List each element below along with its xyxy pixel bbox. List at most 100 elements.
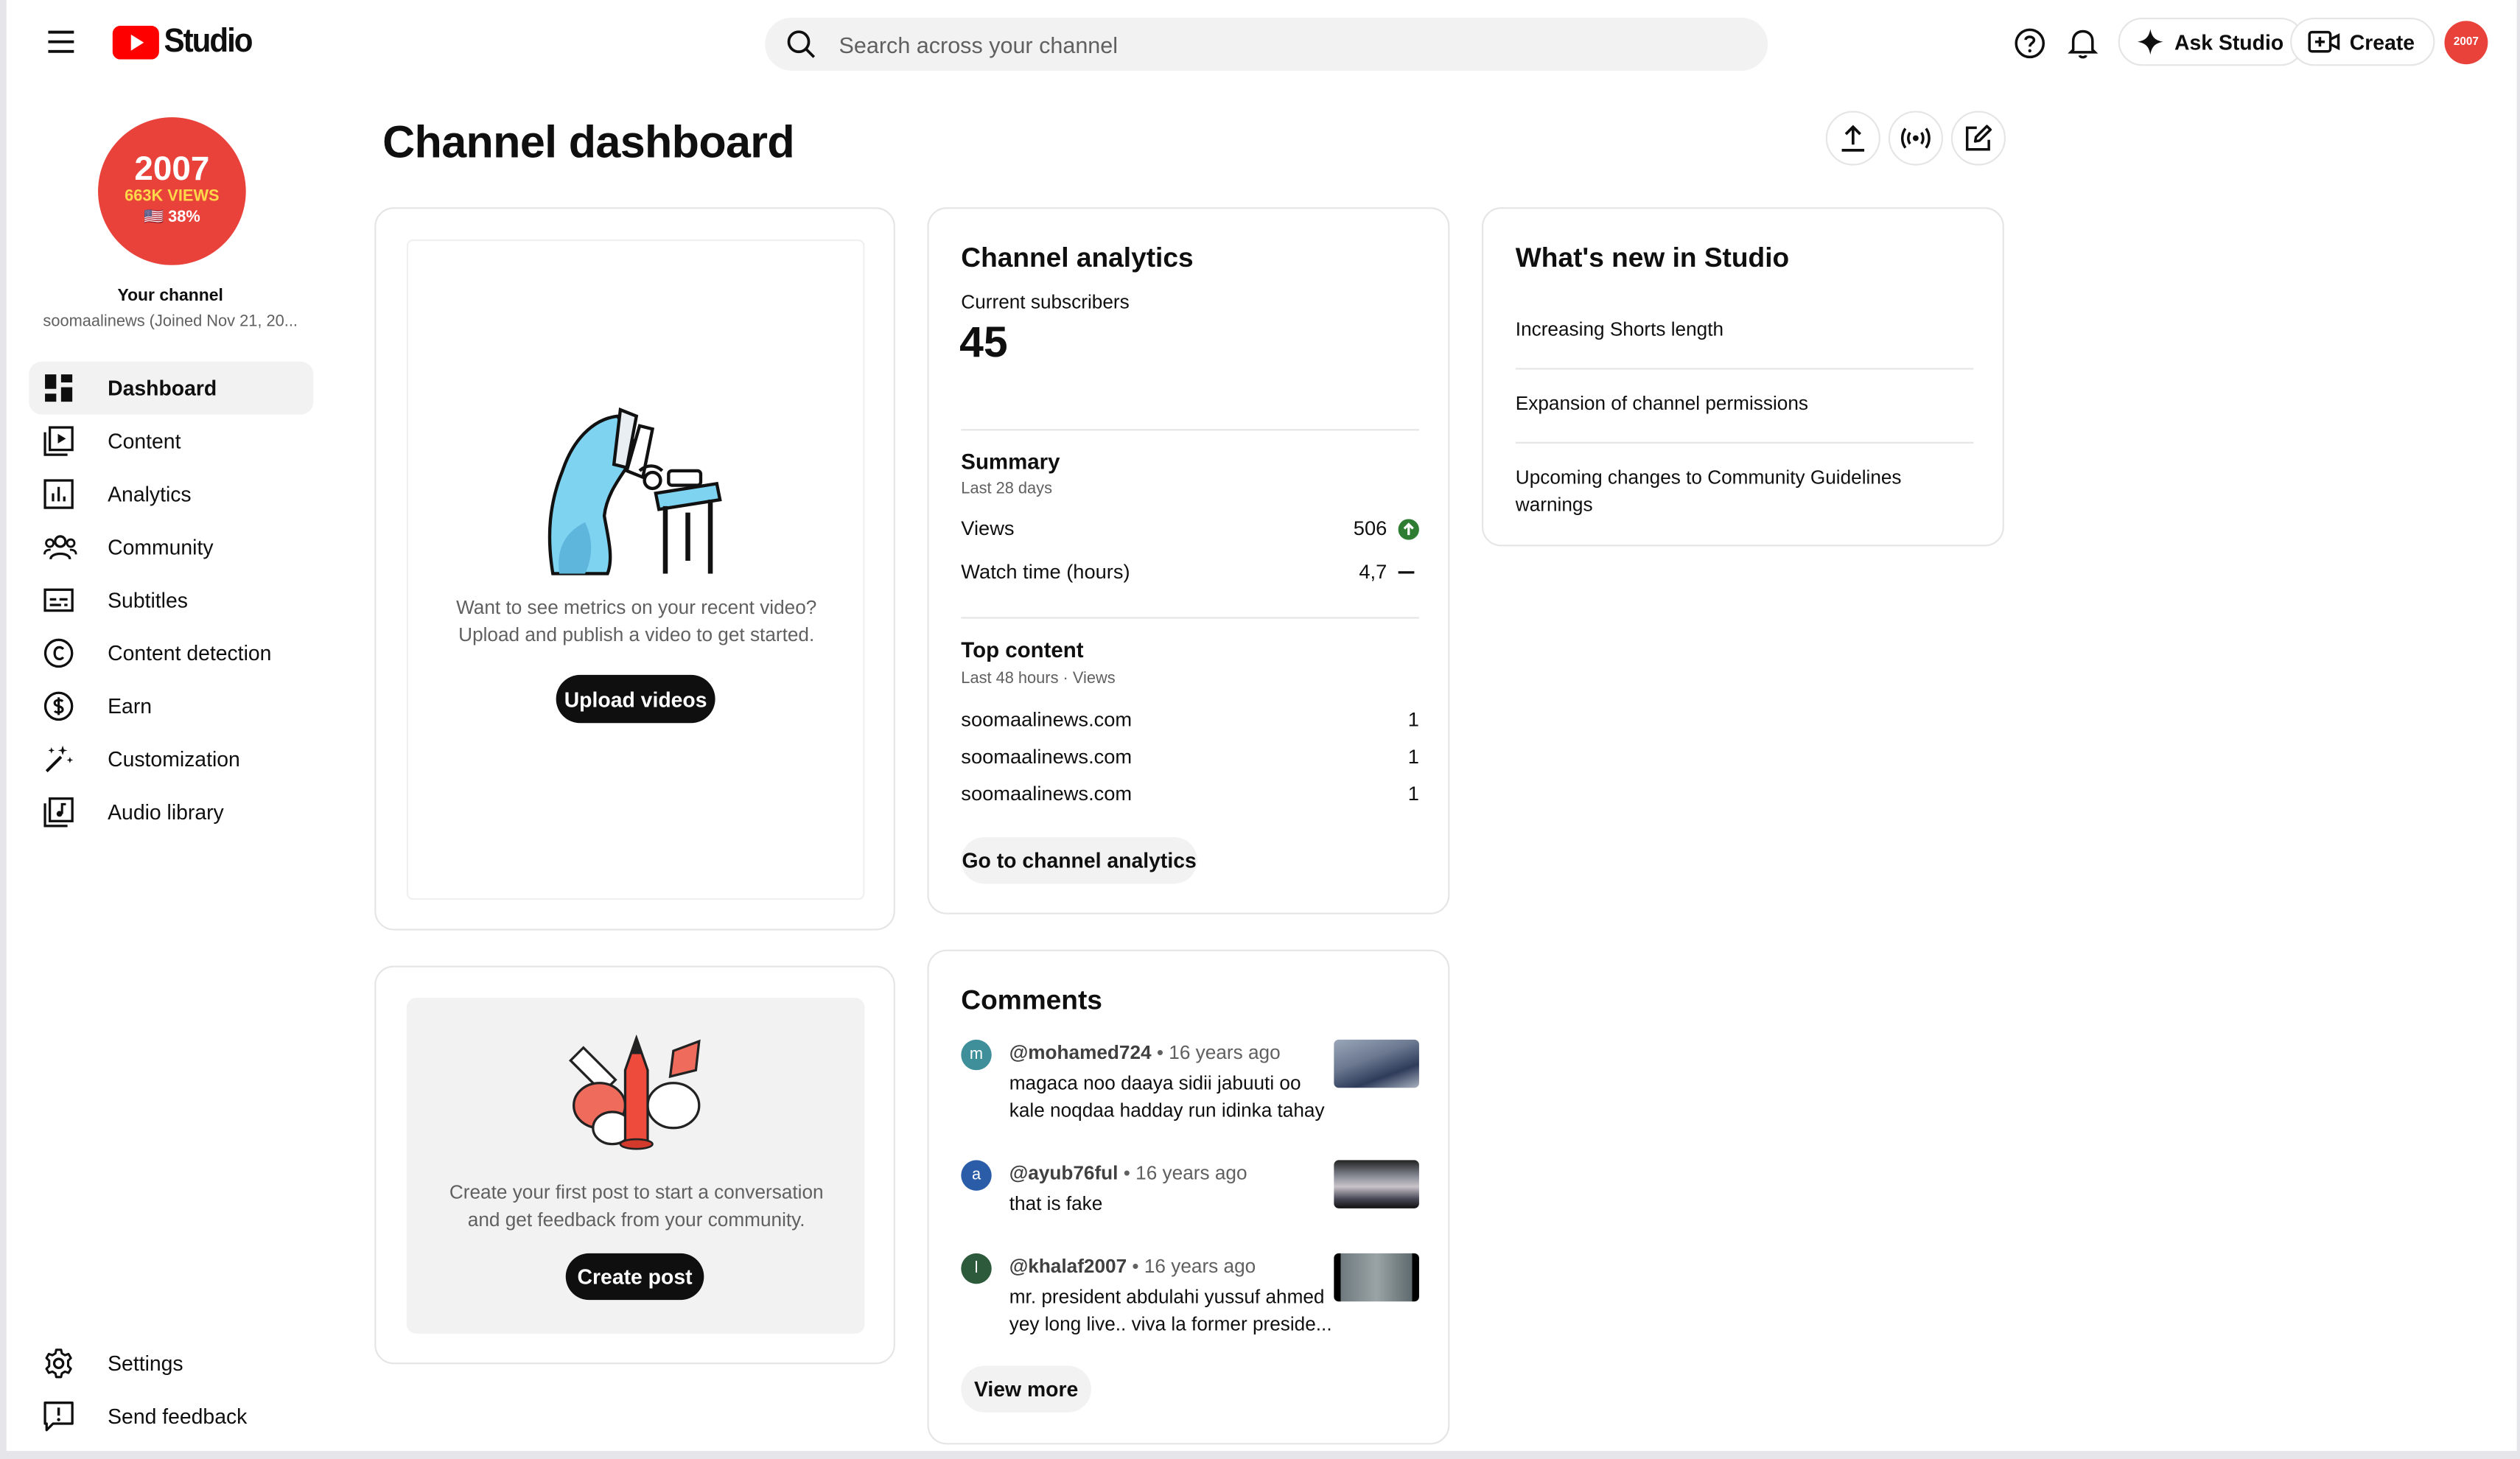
views-value: 506 bbox=[1353, 517, 1387, 540]
edit-icon bbox=[1964, 124, 1992, 153]
go-to-analytics-button[interactable]: Go to channel analytics bbox=[961, 837, 1197, 884]
help-icon[interactable] bbox=[2014, 27, 2046, 60]
ask-studio-button[interactable]: Ask Studio bbox=[2118, 17, 2305, 66]
sidebar-item-label: Analytics bbox=[108, 482, 192, 506]
sidebar-item-dashboard[interactable]: Dashboard bbox=[29, 361, 314, 415]
gear-icon bbox=[43, 1348, 74, 1379]
sidebar-item-analytics[interactable]: Analytics bbox=[29, 468, 313, 521]
sidebar-item-earn[interactable]: Earn bbox=[29, 679, 313, 732]
menu-icon[interactable] bbox=[45, 26, 77, 58]
whats-new-item[interactable]: Increasing Shorts length bbox=[1516, 317, 1974, 343]
whats-new-item[interactable]: Upcoming changes to Community Guidelines… bbox=[1516, 464, 1974, 517]
whats-new-card: What's new in Studio Increasing Shorts l… bbox=[1481, 207, 2004, 547]
divider bbox=[1515, 368, 1974, 370]
video-add-icon bbox=[2308, 29, 2340, 55]
sidebar-item-customization[interactable]: Customization bbox=[29, 732, 313, 786]
sidebar-item-subtitles[interactable]: Subtitles bbox=[29, 573, 313, 626]
no-change-dash-icon bbox=[1398, 570, 1416, 575]
sidebar-item-content-detection[interactable]: Content detection bbox=[29, 626, 313, 679]
channel-avatar-percent: 🇺🇸 38% bbox=[143, 209, 200, 227]
account-avatar[interactable]: 2007 bbox=[2444, 21, 2488, 65]
whats-new-title: What's new in Studio bbox=[1515, 242, 1790, 273]
comment-item[interactable]: a @ayub76ful • 16 years ago that is fake bbox=[961, 1158, 1419, 1226]
summary-period: Last 28 days bbox=[961, 480, 1053, 498]
sidebar-item-label: Earn bbox=[108, 694, 153, 718]
view-more-comments-button[interactable]: View more bbox=[961, 1365, 1091, 1413]
create-post-cta-button[interactable]: Create post bbox=[565, 1253, 704, 1301]
subscribers-value: 45 bbox=[959, 318, 1008, 367]
top-content-period: Last 48 hours · Views bbox=[961, 670, 1116, 688]
top-content-title: Top content bbox=[961, 637, 1084, 662]
comment-text: magaca noo daaya sidii jabuuti oo kale n… bbox=[1009, 1071, 1325, 1121]
ask-studio-label: Ask Studio bbox=[2174, 29, 2284, 55]
feedback-icon bbox=[43, 1402, 74, 1432]
sidebar-item-label: Content detection bbox=[108, 641, 272, 665]
comment-item[interactable]: m @mohamed724 • 16 years ago magaca noo … bbox=[961, 1038, 1419, 1135]
comment-author: @khalaf2007 bbox=[1009, 1255, 1127, 1278]
sidebar-item-label: Community bbox=[108, 535, 214, 559]
divider bbox=[961, 617, 1419, 619]
content-icon bbox=[43, 426, 74, 456]
top-content-row[interactable]: soomaalinews.com 1 bbox=[961, 709, 1419, 738]
create-button[interactable]: Create bbox=[2290, 17, 2436, 66]
sidebar-item-content[interactable]: Content bbox=[29, 415, 313, 468]
pencil-chat-illustration-icon bbox=[567, 1035, 706, 1153]
go-live-button[interactable] bbox=[1888, 111, 1943, 166]
upload-video-card: Want to see metrics on your recent video… bbox=[374, 207, 895, 931]
top-content-row[interactable]: soomaalinews.com 1 bbox=[961, 746, 1419, 774]
sidebar-item-label: Customization bbox=[108, 746, 240, 772]
comment-header: @ayub76ful • 16 years ago bbox=[1009, 1162, 1247, 1185]
search-input[interactable] bbox=[839, 17, 1739, 71]
sidebar-item-send-feedback[interactable]: Send feedback bbox=[29, 1390, 313, 1443]
whats-new-item[interactable]: Expansion of channel permissions bbox=[1516, 391, 1974, 417]
subtitles-icon bbox=[43, 585, 74, 615]
community-icon bbox=[43, 532, 77, 562]
top-content-row[interactable]: soomaalinews.com 1 bbox=[961, 783, 1419, 811]
comment-header: @mohamed724 • 16 years ago bbox=[1009, 1041, 1281, 1064]
watch-time-value: 4,7 bbox=[1359, 561, 1387, 584]
subscribers-label: Current subscribers bbox=[961, 290, 1130, 314]
microscope-illustration-icon bbox=[543, 407, 729, 581]
video-thumbnail[interactable] bbox=[1334, 1253, 1419, 1302]
sparkle-icon bbox=[2136, 27, 2165, 56]
live-broadcast-icon bbox=[1900, 125, 1932, 151]
watch-time-label: Watch time (hours) bbox=[961, 561, 1130, 584]
commenter-avatar: l bbox=[961, 1253, 992, 1284]
sidebar-item-label: Subtitles bbox=[108, 588, 188, 612]
comment-time: • 16 years ago bbox=[1132, 1255, 1256, 1278]
sidebar-item-community[interactable]: Community bbox=[29, 521, 313, 574]
divider bbox=[1515, 441, 1974, 444]
channel-avatar[interactable]: 2007 663K VIEWS 🇺🇸 38% bbox=[98, 117, 246, 265]
comment-author: @ayub76ful bbox=[1009, 1161, 1119, 1185]
create-post-button[interactable] bbox=[1950, 111, 2006, 166]
sidebar-item-label: Send feedback bbox=[108, 1404, 248, 1429]
sidebar-item-label: Audio library bbox=[108, 800, 224, 825]
comment-text: that is fake bbox=[1009, 1192, 1103, 1215]
comment-item[interactable]: l @khalaf2007 • 16 years ago mr. preside… bbox=[961, 1252, 1419, 1348]
video-thumbnail[interactable] bbox=[1334, 1039, 1419, 1088]
audio-library-icon bbox=[43, 797, 74, 828]
views-label: Views bbox=[961, 517, 1015, 540]
channel-avatar-year: 2007 bbox=[134, 150, 210, 189]
magic-wand-icon bbox=[43, 744, 74, 774]
sidebar-item-audio-library[interactable]: Audio library bbox=[29, 786, 313, 839]
upload-button[interactable] bbox=[1825, 111, 1880, 166]
copyright-icon bbox=[43, 638, 74, 668]
summary-title: Summary bbox=[961, 449, 1060, 475]
create-post-card: Create your first post to start a conver… bbox=[374, 965, 895, 1365]
video-thumbnail[interactable] bbox=[1334, 1160, 1419, 1208]
search-bar[interactable] bbox=[765, 17, 1768, 71]
studio-logo[interactable]: Studio bbox=[112, 23, 259, 61]
upload-videos-button[interactable]: Upload videos bbox=[556, 674, 715, 724]
sidebar-item-label: Settings bbox=[108, 1351, 183, 1376]
notifications-bell-icon[interactable] bbox=[2067, 26, 2099, 61]
channel-avatar-views: 663K VIEWS bbox=[125, 188, 220, 206]
channel-handle: soomaalinews (Joined Nov 21, 20... bbox=[43, 313, 298, 332]
sidebar-item-label: Content bbox=[108, 429, 181, 453]
upload-card-message: Want to see metrics on your recent video… bbox=[456, 596, 817, 645]
sidebar-item-settings[interactable]: Settings bbox=[29, 1337, 313, 1390]
comments-card: Comments m @mohamed724 • 16 years ago ma… bbox=[927, 949, 1450, 1445]
trend-up-icon bbox=[1398, 519, 1419, 540]
youtube-play-icon bbox=[112, 24, 159, 59]
search-icon bbox=[786, 29, 816, 59]
